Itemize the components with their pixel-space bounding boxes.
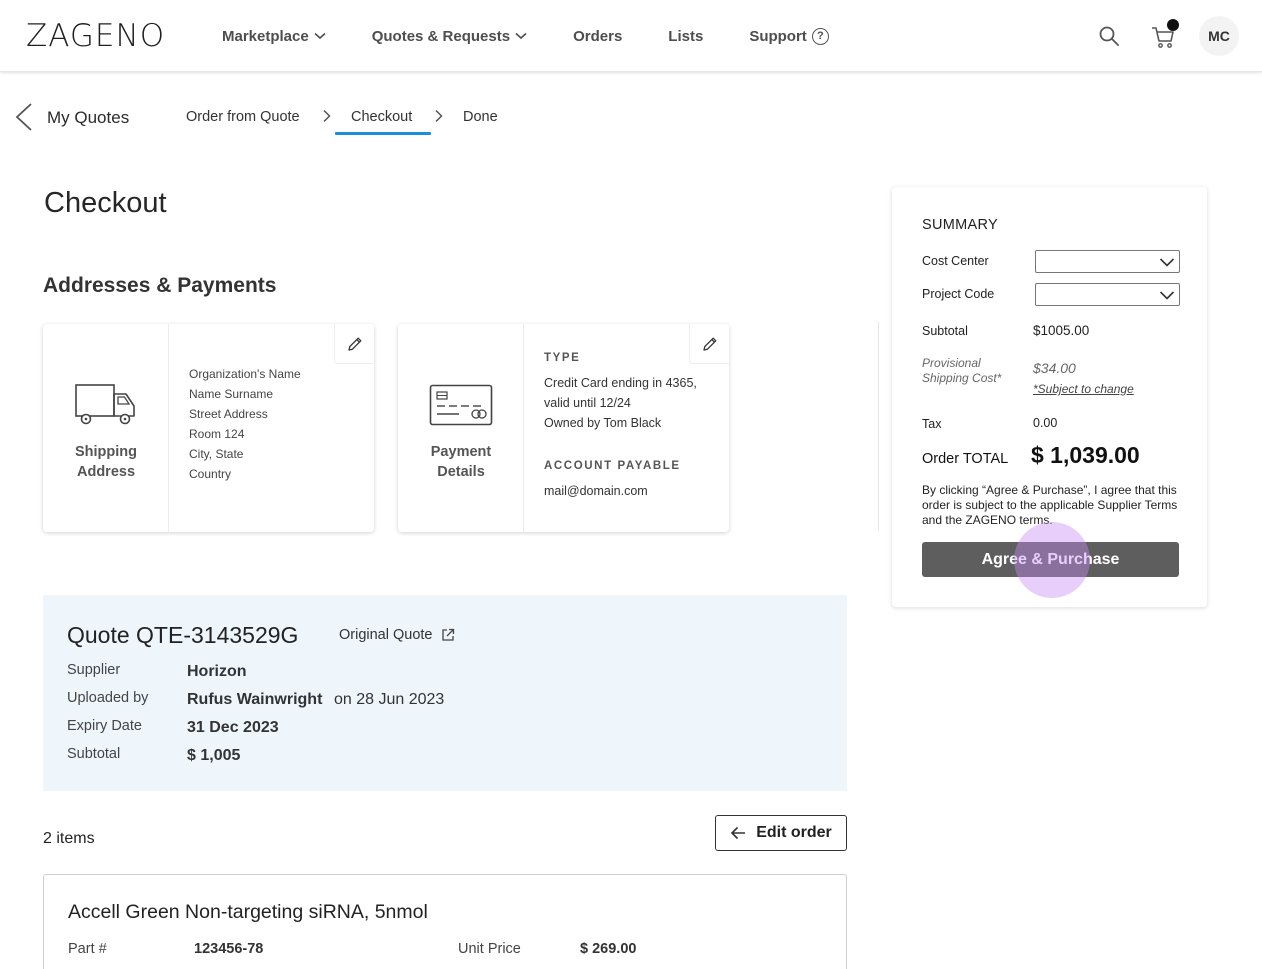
content-divider bbox=[878, 322, 879, 530]
shipping-address-lines: Organization's Name Name Surname Street … bbox=[189, 364, 301, 484]
shipping-cost-value: $34.00 bbox=[1033, 360, 1076, 376]
address-line: Room 124 bbox=[189, 427, 245, 441]
project-code-select[interactable] bbox=[1035, 283, 1180, 306]
items-count: 2 items bbox=[43, 830, 95, 847]
part-number-value: 123456-78 bbox=[194, 941, 264, 957]
address-line: Name Surname bbox=[189, 387, 274, 401]
subtotal-value: $1005.00 bbox=[1033, 323, 1090, 338]
user-avatar[interactable]: MC bbox=[1199, 16, 1239, 56]
payment-details-card: Payment Details TYPE Credit Card ending … bbox=[398, 324, 729, 532]
truck-icon bbox=[75, 384, 135, 425]
chevron-down-icon bbox=[515, 32, 527, 40]
part-number-label: Part # bbox=[68, 941, 107, 957]
arrow-left-icon bbox=[731, 826, 746, 840]
step-done[interactable]: Done bbox=[463, 109, 498, 125]
external-link-icon bbox=[441, 628, 454, 641]
expiry-date-label: Expiry Date bbox=[67, 718, 142, 734]
quote-subtotal-value: $ 1,005 bbox=[187, 747, 241, 764]
pencil-icon bbox=[347, 337, 361, 351]
cart-notification-dot bbox=[1167, 19, 1179, 31]
order-total-value: $ 1,039.00 bbox=[1031, 442, 1140, 468]
payment-type-heading: TYPE bbox=[544, 352, 581, 364]
credit-card-icon bbox=[429, 384, 493, 426]
cost-center-select[interactable] bbox=[1035, 250, 1180, 273]
expiry-date-value: 31 Dec 2023 bbox=[187, 719, 279, 736]
payment-card-header: Payment Details bbox=[398, 324, 524, 532]
item-name[interactable]: Accell Green Non-targeting siRNA, 5nmol bbox=[68, 901, 428, 924]
address-line: Country bbox=[189, 467, 232, 481]
chevron-down-icon bbox=[1159, 291, 1175, 300]
subject-to-change-note[interactable]: *Subject to change bbox=[1033, 382, 1134, 396]
tax-label: Tax bbox=[922, 417, 942, 431]
chevron-down-icon bbox=[314, 32, 326, 40]
chevron-right-icon bbox=[323, 109, 331, 123]
quote-title: Quote QTE-3143529G bbox=[67, 622, 299, 648]
main-nav: Marketplace Quotes & Requests Orders Lis… bbox=[222, 0, 875, 72]
search-icon[interactable] bbox=[1098, 25, 1120, 47]
address-line: City, State bbox=[189, 447, 244, 461]
nav-quotes-label: Quotes & Requests bbox=[371, 27, 511, 45]
project-code-label: Project Code bbox=[922, 287, 995, 301]
edit-order-button[interactable]: Edit order bbox=[715, 815, 847, 851]
nav-orders-label: Orders bbox=[573, 27, 623, 45]
back-chevron-icon[interactable] bbox=[14, 102, 34, 132]
top-navigation-bar: ZAGENO Marketplace Quotes & Requests Ord… bbox=[0, 0, 1262, 72]
tax-value: 0.00 bbox=[1033, 416, 1058, 430]
supplier-label: Supplier bbox=[67, 662, 121, 678]
nav-quotes-requests[interactable]: Quotes & Requests bbox=[372, 28, 527, 45]
account-payable-email: mail@domain.com bbox=[544, 484, 648, 498]
edit-payment-button[interactable] bbox=[689, 324, 729, 364]
step-checkout[interactable]: Checkout bbox=[351, 109, 412, 125]
nav-marketplace[interactable]: Marketplace bbox=[222, 28, 326, 45]
shipping-address-card: Shipping Address Organization's Name Nam… bbox=[43, 324, 374, 532]
uploaded-by-value: Rufus Wainwright bbox=[187, 691, 323, 708]
address-line: Street Address bbox=[189, 407, 268, 421]
cursor-highlight bbox=[1014, 522, 1090, 598]
shipping-address-label: Shipping Address bbox=[74, 444, 137, 480]
shipping-card-header: Shipping Address bbox=[43, 324, 169, 532]
nav-lists[interactable]: Lists bbox=[668, 28, 703, 45]
payment-type-lines: Credit Card ending in 4365, valid until … bbox=[544, 376, 697, 430]
unit-price-value: $ 269.00 bbox=[580, 941, 637, 957]
original-quote-link[interactable]: Original Quote bbox=[339, 627, 455, 643]
help-circle-icon: ? bbox=[811, 27, 829, 45]
nav-lists-label: Lists bbox=[668, 27, 704, 45]
page-title: Checkout bbox=[44, 187, 167, 219]
active-step-indicator bbox=[335, 132, 431, 135]
supplier-value: Horizon bbox=[187, 663, 247, 680]
uploaded-date: on 28 Jun 2023 bbox=[334, 691, 445, 708]
quote-info-panel: Quote QTE-3143529G Original Quote Suppli… bbox=[43, 595, 847, 791]
cost-center-label: Cost Center bbox=[922, 254, 989, 268]
order-total-label: Order TOTAL bbox=[922, 451, 1009, 467]
unit-price-label: Unit Price bbox=[458, 941, 521, 957]
nav-support[interactable]: Support ? bbox=[749, 27, 829, 45]
uploaded-by-label: Uploaded by bbox=[67, 690, 149, 706]
edit-shipping-button[interactable] bbox=[334, 324, 374, 364]
back-to-my-quotes[interactable]: My Quotes bbox=[47, 108, 129, 128]
step-order-from-quote[interactable]: Order from Quote bbox=[186, 109, 300, 125]
nav-marketplace-label: Marketplace bbox=[222, 27, 309, 45]
zageno-logo[interactable]: ZAGENO bbox=[26, 18, 165, 54]
account-payable-heading: ACCOUNT PAYABLE bbox=[544, 460, 681, 472]
payment-details-label: Payment Details bbox=[430, 444, 492, 480]
summary-title: SUMMARY bbox=[922, 217, 998, 233]
chevron-down-icon bbox=[1159, 258, 1175, 267]
subtotal-label: Subtotal bbox=[922, 324, 968, 338]
chevron-right-icon bbox=[435, 109, 443, 123]
provisional-shipping-label: Provisional Shipping Cost* bbox=[922, 356, 1002, 385]
line-item-card: Accell Green Non-targeting siRNA, 5nmol … bbox=[43, 874, 847, 969]
quote-subtotal-label: Subtotal bbox=[67, 746, 121, 762]
nav-support-label: Support bbox=[749, 27, 807, 45]
address-line: Organization's Name bbox=[189, 367, 301, 381]
nav-orders[interactable]: Orders bbox=[573, 28, 622, 45]
addresses-payments-heading: Addresses & Payments bbox=[43, 274, 277, 297]
pencil-icon bbox=[702, 337, 716, 351]
